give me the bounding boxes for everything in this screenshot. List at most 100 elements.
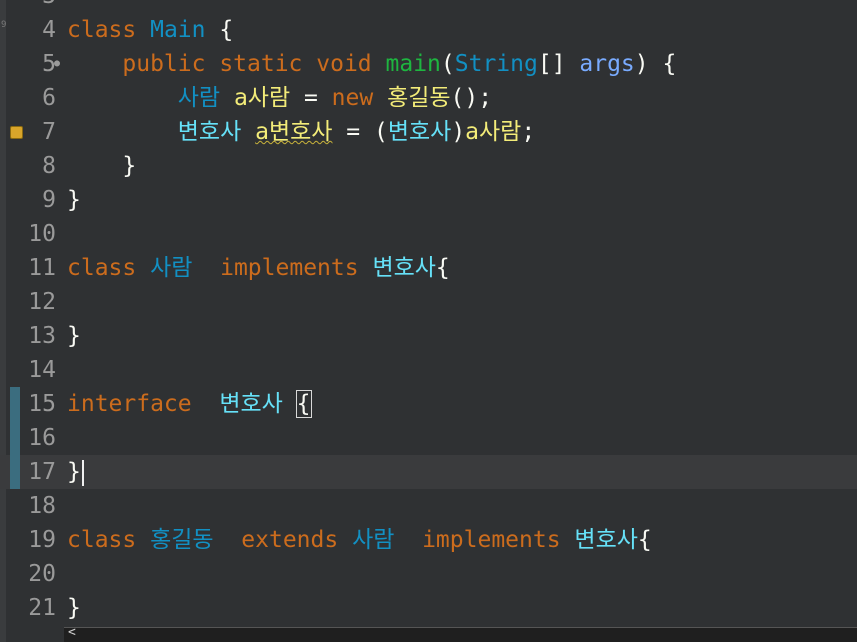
code-editor[interactable]: 9 34class Main {5● public static void ma… xyxy=(0,0,857,642)
code-line[interactable]: 21} xyxy=(0,591,857,625)
code-token: implements xyxy=(394,527,575,553)
code-text[interactable]: class 홍길동 extends 사람 implements 변호사{ xyxy=(67,523,652,557)
line-number: 17 xyxy=(28,459,56,485)
code-token: 변호사 xyxy=(574,527,638,553)
code-token: = xyxy=(290,85,332,111)
line-number: 7 xyxy=(42,119,56,145)
code-line[interactable]: 13} xyxy=(0,319,857,353)
line-number: 21 xyxy=(28,595,56,621)
horizontal-scrollbar[interactable]: < xyxy=(64,625,857,642)
code-token: new xyxy=(331,85,388,111)
code-token: ; xyxy=(521,119,536,145)
code-token: class xyxy=(67,255,151,281)
code-token: 사람 xyxy=(352,527,395,553)
line-number: 4 xyxy=(42,17,56,43)
line-number: 15 xyxy=(28,391,56,417)
line-number: 12 xyxy=(28,289,56,315)
code-token: a사람 xyxy=(465,119,522,145)
line-number: 11 xyxy=(28,255,56,281)
code-token: a변호사 xyxy=(255,119,333,145)
code-line[interactable]: 16 xyxy=(0,421,857,455)
code-line[interactable]: 14 xyxy=(0,353,857,387)
change-marker xyxy=(10,421,20,455)
line-number: 16 xyxy=(28,425,56,451)
code-text[interactable]: 사람 a사람 = new 홍길동(); xyxy=(67,81,492,115)
line-number: 8 xyxy=(42,153,56,179)
code-token: { xyxy=(205,17,234,43)
code-text[interactable]: class 사람 implements 변호사{ xyxy=(67,251,450,285)
line-number: 20 xyxy=(28,561,56,587)
code-token: } xyxy=(67,187,81,213)
code-line[interactable]: 19 class 홍길동 extends 사람 implements 변호사{ xyxy=(0,523,857,557)
line-number: 18 xyxy=(28,493,56,519)
code-text[interactable]: } xyxy=(67,149,136,183)
code-token: } xyxy=(67,595,81,621)
code-line[interactable]: 7 변호사 a변호사 = (변호사)a사람; xyxy=(0,115,857,149)
change-marker xyxy=(10,387,20,421)
code-token: [] xyxy=(537,51,580,77)
code-line[interactable]: 15 interface 변호사 { xyxy=(0,387,857,421)
code-token: ( xyxy=(440,51,455,77)
code-token: args xyxy=(579,51,635,77)
code-token: ) xyxy=(451,119,466,145)
line-number: 10 xyxy=(28,221,56,247)
code-token: 사람 xyxy=(150,255,193,281)
code-line[interactable]: 10 xyxy=(0,217,857,251)
code-text[interactable]: interface 변호사 { xyxy=(67,387,312,421)
code-token: 변호사 xyxy=(67,119,256,145)
line-number: 9 xyxy=(42,187,56,213)
code-line[interactable]: 5 ● public static void main(String[] args… xyxy=(0,47,857,81)
code-token: (); xyxy=(450,85,493,111)
code-token: 홍길동 xyxy=(150,527,214,553)
code-line[interactable]: 18 xyxy=(0,489,857,523)
code-text[interactable]: 변호사 a변호사 = (변호사)a사람; xyxy=(67,115,535,149)
code-line[interactable]: 3 xyxy=(0,0,857,13)
fold-icon[interactable]: ● xyxy=(54,47,60,81)
code-line[interactable]: 17} xyxy=(0,455,857,489)
code-token: interface xyxy=(67,391,220,417)
code-token: implements xyxy=(192,255,373,281)
code-text[interactable]: public static void main(String[] args) { xyxy=(67,47,676,81)
code-token: String xyxy=(454,51,538,77)
code-token: } xyxy=(67,153,137,179)
code-text[interactable]: class Main { xyxy=(67,13,233,47)
code-line[interactable]: 6 사람 a사람 = new 홍길동(); xyxy=(0,81,857,115)
code-line[interactable]: 8 } xyxy=(0,149,857,183)
code-token: 사람 xyxy=(67,85,234,111)
text-cursor xyxy=(81,459,84,486)
code-token: extends xyxy=(213,527,353,553)
code-token: class xyxy=(67,17,151,43)
code-token: public static void xyxy=(67,51,386,77)
code-line[interactable]: 12 xyxy=(0,285,857,319)
code-token: { xyxy=(637,527,652,553)
line-number: 5 xyxy=(42,51,56,77)
code-token: = ( xyxy=(332,119,388,145)
code-token: { xyxy=(435,255,450,281)
code-text[interactable]: } xyxy=(67,183,81,217)
code-token: class xyxy=(67,527,151,553)
code-token: { xyxy=(295,390,312,418)
code-token: 변호사 xyxy=(219,391,283,417)
code-token: } xyxy=(67,459,81,485)
scroll-left-icon[interactable]: < xyxy=(68,625,76,640)
code-token: a사람 xyxy=(233,85,291,111)
code-line[interactable]: 9} xyxy=(0,183,857,217)
code-token: Main xyxy=(150,17,206,43)
code-line[interactable]: 20 xyxy=(0,557,857,591)
line-number: 14 xyxy=(28,357,56,383)
code-token: } xyxy=(67,323,81,349)
line-number: 13 xyxy=(28,323,56,349)
code-text[interactable]: } xyxy=(67,591,81,625)
code-token: 변호사 xyxy=(372,255,436,281)
line-number: 19 xyxy=(28,527,56,553)
code-token: 홍길동 xyxy=(387,85,451,111)
code-text[interactable]: } xyxy=(67,455,84,489)
change-marker xyxy=(10,455,20,489)
code-text[interactable]: } xyxy=(67,319,81,353)
line-number: 6 xyxy=(42,85,56,111)
code-line[interactable]: 11 class 사람 implements 변호사{ xyxy=(0,251,857,285)
code-token: main xyxy=(385,51,441,77)
line-number: 3 xyxy=(20,0,56,13)
code-line[interactable]: 4 class Main { xyxy=(0,13,857,47)
